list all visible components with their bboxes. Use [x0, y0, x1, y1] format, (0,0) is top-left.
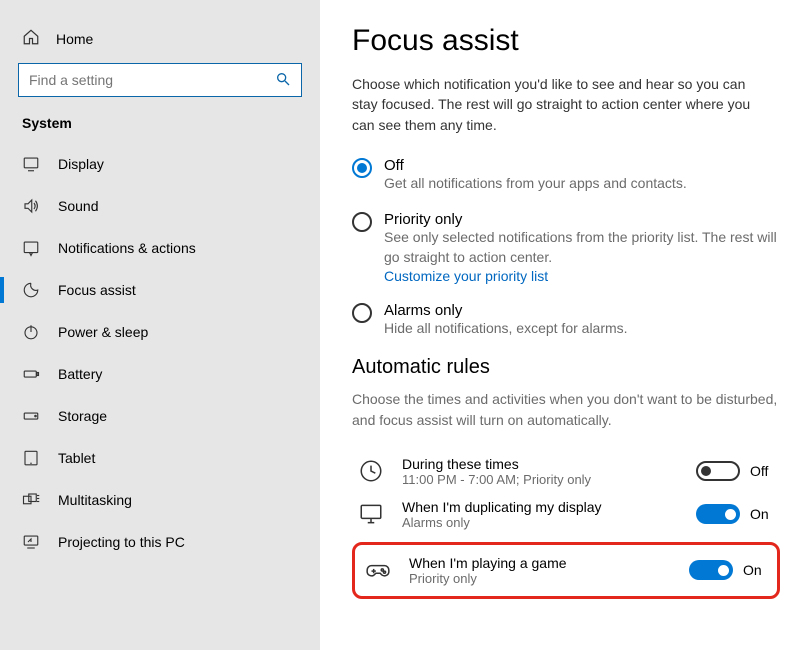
sidebar-item-label: Notifications & actions [58, 240, 196, 256]
page-description: Choose which notification you'd like to … [352, 74, 772, 135]
rules-description: Choose the times and activities when you… [352, 389, 780, 430]
rules-heading: Automatic rules [352, 356, 780, 379]
sidebar-item-label: Storage [58, 408, 107, 424]
option-off-hint: Get all notifications from your apps and… [384, 174, 780, 194]
rule-gaming-label: When I'm playing a game [409, 555, 673, 571]
sidebar-item-sound[interactable]: Sound [0, 185, 320, 227]
sidebar-item-label: Projecting to this PC [58, 534, 185, 550]
option-priority[interactable]: Priority only See only selected notifica… [352, 211, 780, 283]
radio-priority[interactable] [352, 212, 372, 232]
rule-times-toggle[interactable] [696, 461, 740, 481]
rule-gaming[interactable]: When I'm playing a game Priority only On [359, 549, 773, 592]
rule-times-hint: 11:00 PM - 7:00 AM; Priority only [402, 472, 680, 487]
settings-sidebar: Home System Display Sound Notifications … [0, 0, 320, 650]
sound-icon [22, 197, 40, 215]
home-link[interactable]: Home [0, 18, 320, 63]
page-title: Focus assist [352, 24, 780, 58]
power-icon [22, 323, 40, 341]
category-label: System [0, 115, 320, 143]
rule-gaming-hint: Priority only [409, 571, 673, 586]
main-content: Focus assist Choose which notification y… [320, 0, 800, 650]
option-alarms-hint: Hide all notifications, except for alarm… [384, 319, 780, 339]
option-alarms[interactable]: Alarms only Hide all notifications, exce… [352, 302, 780, 339]
sidebar-item-label: Display [58, 156, 104, 172]
rule-duplicating-label: When I'm duplicating my display [402, 499, 680, 515]
rule-times-state: Off [750, 463, 776, 479]
search-field[interactable] [18, 63, 302, 97]
focus-assist-icon [22, 281, 40, 299]
option-off-label: Off [384, 157, 780, 174]
sidebar-item-projecting[interactable]: Projecting to this PC [0, 521, 320, 563]
radio-off[interactable] [352, 158, 372, 178]
sidebar-item-power[interactable]: Power & sleep [0, 311, 320, 353]
battery-icon [22, 365, 40, 383]
rule-duplicating-state: On [750, 506, 776, 522]
sidebar-item-label: Battery [58, 366, 102, 382]
sidebar-item-label: Multitasking [58, 492, 132, 508]
sidebar-item-display[interactable]: Display [0, 143, 320, 185]
search-icon [275, 71, 291, 90]
monitor-icon [356, 499, 386, 529]
rule-duplicating-toggle[interactable] [696, 504, 740, 524]
sidebar-item-battery[interactable]: Battery [0, 353, 320, 395]
projecting-icon [22, 533, 40, 551]
sidebar-item-focus-assist[interactable]: Focus assist [0, 269, 320, 311]
rule-duplicating[interactable]: When I'm duplicating my display Alarms o… [352, 493, 780, 536]
radio-alarms[interactable] [352, 303, 372, 323]
rule-times-label: During these times [402, 456, 680, 472]
sidebar-item-tablet[interactable]: Tablet [0, 437, 320, 479]
multitasking-icon [22, 491, 40, 509]
search-input[interactable] [29, 72, 275, 88]
sidebar-item-label: Tablet [58, 450, 95, 466]
gamepad-icon [363, 555, 393, 585]
clock-icon [356, 456, 386, 486]
option-priority-hint: See only selected notifications from the… [384, 228, 780, 267]
option-off[interactable]: Off Get all notifications from your apps… [352, 157, 780, 194]
tablet-icon [22, 449, 40, 467]
sidebar-item-notifications[interactable]: Notifications & actions [0, 227, 320, 269]
customize-priority-link[interactable]: Customize your priority list [384, 268, 780, 284]
notifications-icon [22, 239, 40, 257]
rule-duplicating-hint: Alarms only [402, 515, 680, 530]
option-priority-label: Priority only [384, 211, 780, 228]
home-label: Home [56, 31, 93, 47]
sidebar-item-label: Focus assist [58, 282, 136, 298]
storage-icon [22, 407, 40, 425]
home-icon [22, 28, 40, 49]
display-icon [22, 155, 40, 173]
highlight-annotation: When I'm playing a game Priority only On [352, 542, 780, 599]
sidebar-item-multitasking[interactable]: Multitasking [0, 479, 320, 521]
rule-gaming-state: On [743, 562, 769, 578]
option-alarms-label: Alarms only [384, 302, 780, 319]
rule-gaming-toggle[interactable] [689, 560, 733, 580]
sidebar-item-storage[interactable]: Storage [0, 395, 320, 437]
rule-times[interactable]: During these times 11:00 PM - 7:00 AM; P… [352, 450, 780, 493]
sidebar-item-label: Power & sleep [58, 324, 148, 340]
sidebar-item-label: Sound [58, 198, 98, 214]
